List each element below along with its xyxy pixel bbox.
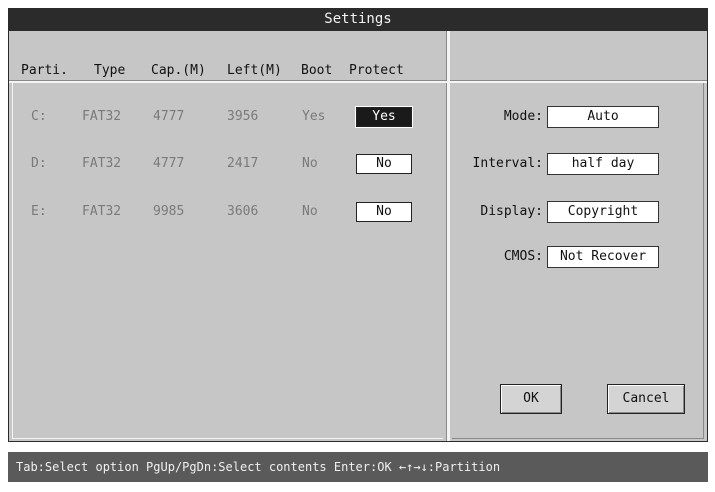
cmos-label: CMOS: xyxy=(503,249,543,264)
interval-field[interactable]: half day xyxy=(547,153,659,175)
settings-window: Parti. Type Cap.(M) Left(M) Boot Protect… xyxy=(8,30,708,442)
cell-left: 3606 xyxy=(227,204,259,219)
cell-capacity: 9985 xyxy=(153,204,185,219)
cell-boot: Yes xyxy=(302,109,326,124)
header-left: Left(M) xyxy=(227,63,282,78)
mode-field[interactable]: Auto xyxy=(547,106,659,128)
header-boot: Boot xyxy=(301,63,333,78)
cell-left: 2417 xyxy=(227,156,259,171)
status-bar: Tab:Select option PgUp/PgDn:Select conte… xyxy=(8,452,708,482)
cell-partition: D: xyxy=(31,156,47,171)
cell-type: FAT32 xyxy=(82,156,122,171)
header-type: Type xyxy=(94,63,126,78)
cell-capacity: 4777 xyxy=(153,156,185,171)
header-partition: Parti. xyxy=(21,63,68,78)
ok-button[interactable]: OK xyxy=(500,384,562,414)
mode-label: Mode: xyxy=(503,109,543,124)
cell-left: 3956 xyxy=(227,109,259,124)
partition-panel xyxy=(12,83,443,439)
cell-partition: C: xyxy=(31,109,47,124)
header-protect: Protect xyxy=(349,63,404,78)
cell-capacity: 4777 xyxy=(153,109,185,124)
cmos-field[interactable]: Not Recover xyxy=(547,246,659,268)
protect-toggle-d[interactable]: No xyxy=(356,154,412,174)
display-label: Display: xyxy=(480,204,543,219)
cancel-button[interactable]: Cancel xyxy=(607,384,685,414)
window-title: Settings xyxy=(8,8,708,30)
settings-screen: Settings Parti. Type Cap.(M) Left(M) Boo… xyxy=(0,0,715,492)
display-field[interactable]: Copyright xyxy=(547,201,659,223)
cell-partition: E: xyxy=(31,204,47,219)
interval-label: Interval: xyxy=(472,156,543,171)
cell-boot: No xyxy=(302,156,318,171)
cell-type: FAT32 xyxy=(82,109,122,124)
panel-divider xyxy=(447,31,450,441)
cell-type: FAT32 xyxy=(82,204,122,219)
protect-toggle-c[interactable]: Yes xyxy=(355,106,413,128)
protect-toggle-e[interactable]: No xyxy=(356,202,412,222)
header-capacity: Cap.(M) xyxy=(151,63,206,78)
cell-boot: No xyxy=(302,204,318,219)
